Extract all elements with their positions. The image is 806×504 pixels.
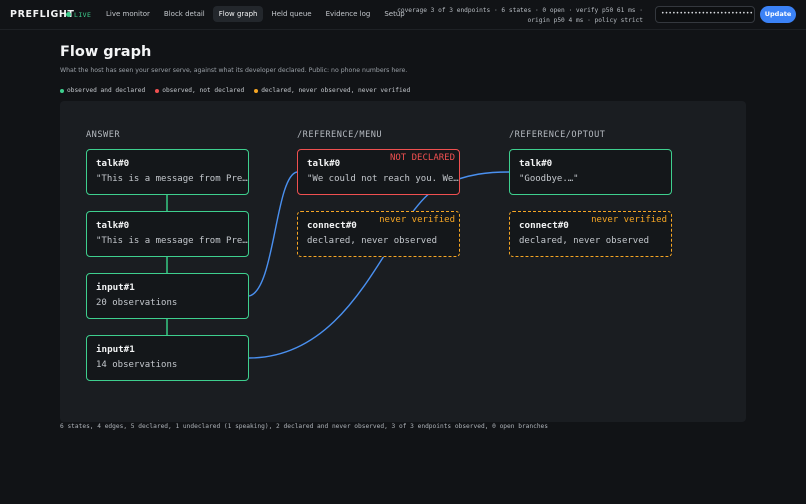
coverage-status: coverage 3 of 3 endpoints · 6 states · 0… xyxy=(397,6,643,26)
node-menu-talk-0[interactable]: talk#0 NOT DECLARED "We could not reach … xyxy=(297,149,460,195)
node-detail: "This is a message from Pre…" xyxy=(96,174,248,184)
node-name: talk#0 xyxy=(96,220,130,231)
node-detail: "We could not reach you. We…" xyxy=(307,174,459,184)
node-detail: declared, never observed xyxy=(307,236,438,246)
node-answer-input-1-b[interactable]: input#1 14 observations xyxy=(86,335,249,381)
never-verified-badge: never verified xyxy=(379,215,455,225)
node-name: connect#0 xyxy=(519,220,569,231)
node-name: talk#0 xyxy=(307,158,341,169)
legend-label: observed, not declared xyxy=(162,87,245,94)
brand-logo: PREFLIGHT xyxy=(10,9,75,20)
edge-curve xyxy=(248,171,298,297)
node-answer-talk-0-b[interactable]: talk#0 "This is a message from Pre…" xyxy=(86,211,249,257)
node-answer-input-1[interactable]: input#1 20 observations xyxy=(86,273,249,319)
legend: observed and declared observed, not decl… xyxy=(60,87,410,94)
node-optout-connect-0[interactable]: connect#0 never verified declared, never… xyxy=(509,211,672,257)
node-name: talk#0 xyxy=(96,158,130,169)
graph-summary: 6 states, 4 edges, 5 declared, 1 undecla… xyxy=(60,423,548,430)
node-name: talk#0 xyxy=(519,158,553,169)
main-nav: Live monitor Block detail Flow graph Hel… xyxy=(100,6,411,22)
legend-item-observed-declared: observed and declared xyxy=(60,87,145,94)
legend-label: declared, never observed, never verified xyxy=(261,87,411,94)
legend-label: observed and declared xyxy=(67,87,146,94)
node-detail: "This is a message from Pre…" xyxy=(96,236,248,246)
tab-block-detail[interactable]: Block detail xyxy=(158,6,211,22)
legend-item-never-observed: declared, never observed, never verified xyxy=(254,87,410,94)
live-indicator: LIVE xyxy=(66,11,91,19)
live-label: LIVE xyxy=(74,11,92,19)
update-button[interactable]: Update xyxy=(760,6,796,23)
node-name: connect#0 xyxy=(307,220,357,231)
not-declared-badge: NOT DECLARED xyxy=(389,153,455,163)
live-dot-icon xyxy=(66,12,71,17)
tab-held-queue[interactable]: Held queue xyxy=(265,6,317,22)
coverage-line-1: coverage 3 of 3 endpoints · 6 states · 0… xyxy=(397,7,643,14)
tab-flow-graph[interactable]: Flow graph xyxy=(212,6,264,22)
token-input[interactable]: •••••••••••••••••••••••••••• xyxy=(655,6,755,23)
node-detail: "Goodbye.…" xyxy=(519,174,579,184)
node-menu-connect-0[interactable]: connect#0 never verified declared, never… xyxy=(297,211,460,257)
green-dot-icon xyxy=(60,88,64,93)
orange-dot-icon xyxy=(254,88,259,93)
red-dot-icon xyxy=(155,88,160,93)
flow-graph-canvas: ANSWER /REFERENCE/MENU /REFERENCE/OPTOUT… xyxy=(60,101,746,422)
node-detail: declared, never observed xyxy=(519,236,650,246)
tab-live-monitor[interactable]: Live monitor xyxy=(100,6,156,22)
legend-item-observed-not-declared: observed, not declared xyxy=(155,87,244,94)
never-verified-badge: never verified xyxy=(591,215,667,225)
node-detail: 20 observations xyxy=(96,298,178,308)
node-optout-talk-0[interactable]: talk#0 "Goodbye.…" xyxy=(509,149,672,195)
node-name: input#1 xyxy=(96,282,135,293)
coverage-line-2: origin p50 4 ms · policy strict xyxy=(527,17,643,24)
node-answer-talk-0[interactable]: talk#0 "This is a message from Pre…" xyxy=(86,149,249,195)
tab-evidence-log[interactable]: Evidence log xyxy=(320,6,377,22)
page-title: Flow graph xyxy=(60,44,152,60)
node-name: input#1 xyxy=(96,344,135,355)
node-detail: 14 observations xyxy=(96,360,178,370)
edge-curve xyxy=(248,171,510,359)
top-bar: PREFLIGHT LIVE Live monitor Block detail… xyxy=(0,0,806,30)
page-subtitle: What the host has seen your server serve… xyxy=(60,67,408,74)
